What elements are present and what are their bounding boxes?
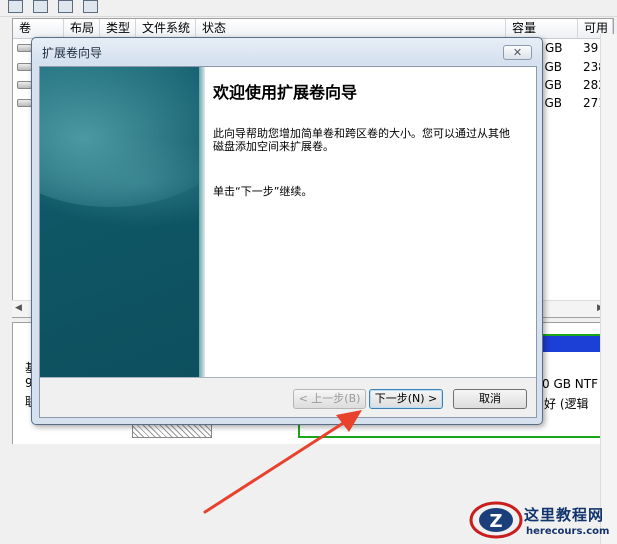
wizard-content: 欢迎使用扩展卷向导 此向导帮助您增加简单卷和跨区卷的大小。您可以通过从其他磁盘添… bbox=[205, 67, 536, 377]
watermark-url: herecours.com bbox=[526, 526, 610, 537]
column-header-status[interactable]: 状态 bbox=[196, 19, 506, 38]
wizard-description: 此向导帮助您增加简单卷和跨区卷的大小。您可以通过从其他磁盘添加空间来扩展卷。 bbox=[213, 127, 510, 153]
wizard-side-banner bbox=[40, 67, 199, 377]
vertical-scrollbar[interactable] bbox=[600, 34, 617, 544]
partition-info: 0 GB NTF bbox=[542, 377, 599, 391]
back-button[interactable]: < 上一步(B) bbox=[293, 389, 366, 409]
dialog-title: 扩展卷向导 bbox=[42, 46, 103, 60]
svg-text:Z: Z bbox=[489, 511, 502, 532]
settings-icon[interactable] bbox=[83, 0, 98, 13]
volume-list-header: 卷 布局 类型 文件系统 状态 容量 可用 bbox=[13, 19, 613, 39]
close-icon[interactable]: ✕ bbox=[503, 45, 532, 60]
toolbar bbox=[0, 0, 617, 17]
site-logo-icon: Z bbox=[469, 501, 523, 539]
folder-icon[interactable] bbox=[33, 0, 48, 13]
magnifier-icon[interactable] bbox=[58, 0, 73, 13]
cancel-button[interactable]: 取消 bbox=[453, 389, 527, 409]
wizard-hint: 单击“下一步”继续。 bbox=[213, 185, 313, 198]
column-header-layout[interactable]: 布局 bbox=[64, 19, 100, 38]
dialog-body: 欢迎使用扩展卷向导 此向导帮助您增加简单卷和跨区卷的大小。您可以通过从其他磁盘添… bbox=[39, 66, 537, 418]
disk-icon bbox=[17, 63, 32, 71]
watermark-title: 这里教程网 bbox=[524, 506, 605, 524]
next-button[interactable]: 下一步(N) > bbox=[369, 389, 443, 409]
disk-icon bbox=[17, 99, 32, 107]
column-header-type[interactable]: 类型 bbox=[100, 19, 136, 38]
extend-volume-wizard: 扩展卷向导 ✕ 欢迎使用扩展卷向导 此向导帮助您增加简单卷和跨区卷的大小。您可以… bbox=[31, 37, 543, 425]
partition-status: 好 (逻辑 bbox=[544, 397, 589, 411]
disk-icon bbox=[17, 44, 32, 52]
column-header-capacity[interactable]: 容量 bbox=[506, 19, 578, 38]
column-header-volume[interactable]: 卷 bbox=[13, 19, 64, 38]
wizard-heading: 欢迎使用扩展卷向导 bbox=[213, 83, 358, 102]
disk-icon bbox=[17, 81, 32, 89]
partition-bar bbox=[538, 336, 602, 352]
scroll-left-icon[interactable]: ◀ bbox=[15, 303, 22, 313]
button-separator bbox=[40, 377, 536, 378]
properties-icon[interactable] bbox=[8, 0, 23, 13]
column-header-filesystem[interactable]: 文件系统 bbox=[136, 19, 196, 38]
site-watermark: Z 这里教程网 herecours.com bbox=[466, 497, 617, 543]
capacity-cell: GB bbox=[545, 41, 563, 55]
